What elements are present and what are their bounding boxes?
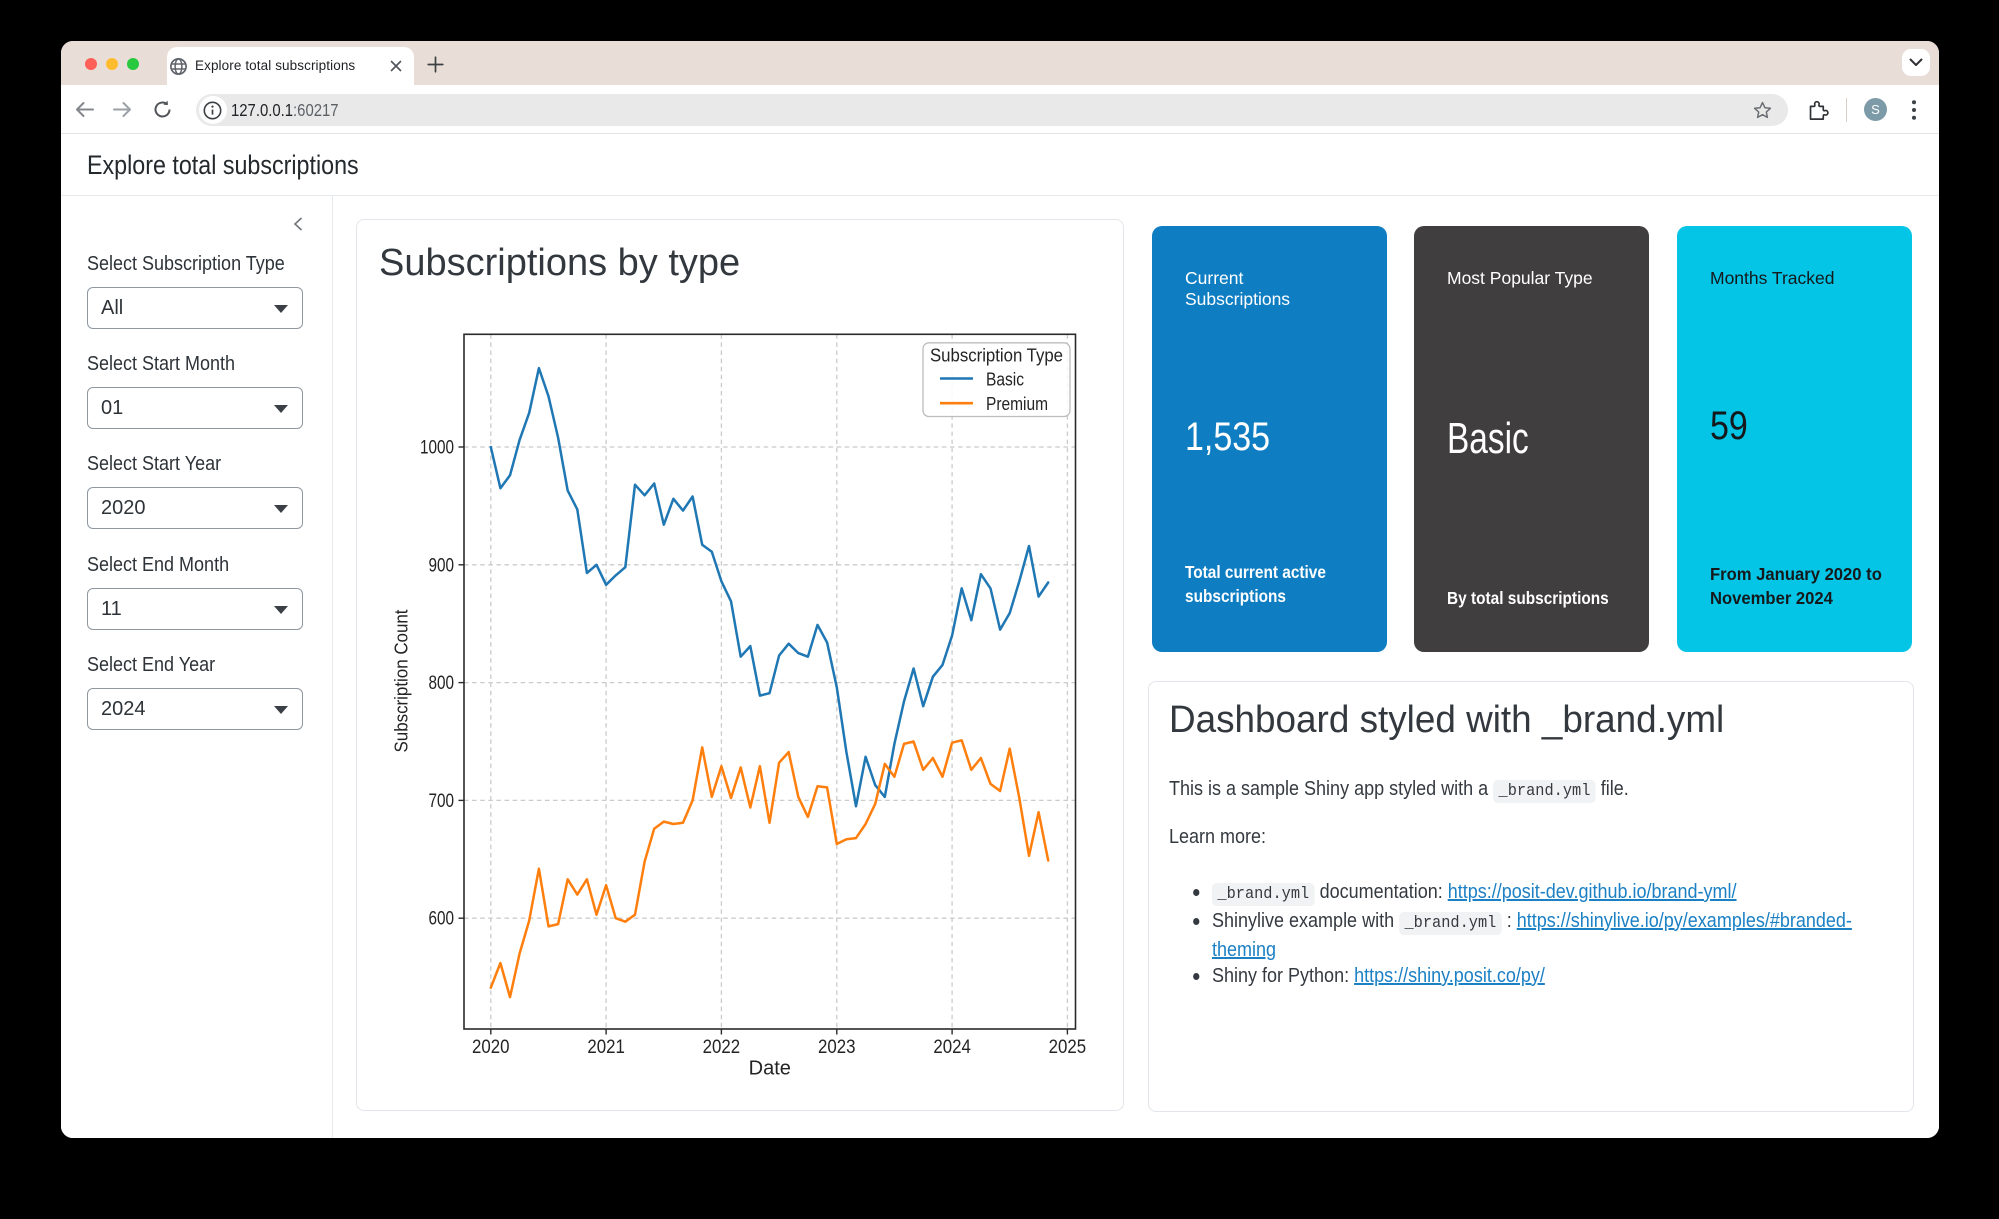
svg-text:Date: Date (749, 1058, 791, 1080)
svg-text:Basic: Basic (986, 369, 1024, 390)
svg-text:2024: 2024 (933, 1037, 971, 1058)
svg-text:2025: 2025 (1049, 1037, 1087, 1058)
svg-text:2021: 2021 (587, 1037, 625, 1058)
svg-text:700: 700 (429, 791, 455, 812)
svg-text:600: 600 (429, 909, 455, 930)
svg-text:Subscription Count: Subscription Count (392, 610, 412, 753)
svg-text:2020: 2020 (472, 1037, 510, 1058)
svg-text:1000: 1000 (420, 438, 454, 459)
svg-text:900: 900 (429, 555, 455, 576)
svg-text:Premium: Premium (986, 393, 1048, 414)
svg-text:2022: 2022 (703, 1037, 741, 1058)
svg-text:2023: 2023 (818, 1037, 856, 1058)
svg-text:800: 800 (429, 673, 455, 694)
svg-text:Subscription Type: Subscription Type (930, 345, 1063, 366)
